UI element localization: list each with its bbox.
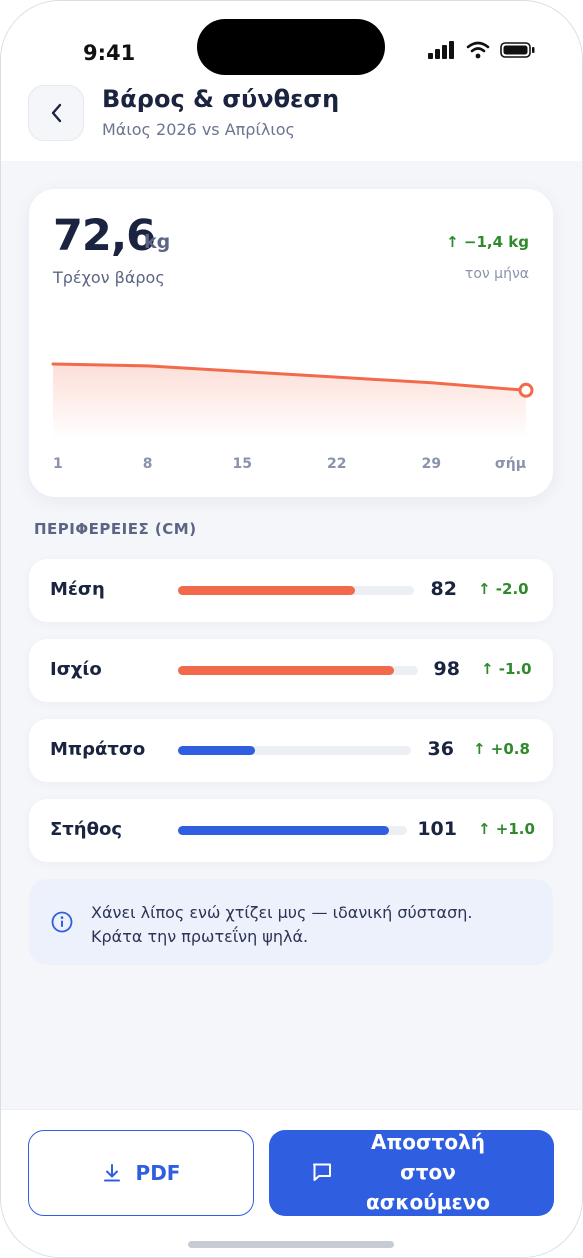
measurement-value: 36	[427, 738, 454, 760]
dynamic-island	[197, 19, 385, 75]
send-label-line-3: ασκούμενο	[366, 1190, 490, 1214]
x-tick-label: σήμ	[495, 456, 526, 472]
measurement-change: ↑ -1.0	[481, 660, 532, 678]
measurement-bar-fill	[178, 826, 389, 835]
measurement-bar-fill	[178, 586, 355, 595]
x-tick-label: 1	[53, 456, 63, 472]
measurement-bar-fill	[178, 746, 255, 755]
measurement-change: ↑ +0.8	[473, 740, 530, 758]
page-subtitle: Μάιος 2026 vs Απρίλιος	[102, 120, 295, 139]
info-text: Χάνει λίπος ενώ χτίζει μυς — ιδανική σύσ…	[91, 901, 531, 949]
measurement-name: Ισχίο	[50, 659, 102, 680]
measurement-change: ↑ -2.0	[478, 580, 529, 598]
wifi-icon	[466, 41, 490, 59]
pdf-button[interactable]: PDF	[28, 1130, 254, 1216]
header-area: 9:41 Βάρος & σύνθεση Μάιος 2026 vs Απρίλ…	[1, 1, 582, 161]
measurement-name: Μπράτσο	[50, 739, 146, 760]
measurement-bar-fill	[178, 666, 394, 675]
measurement-row-arm[interactable]: Μπράτσο 36 ↑ +0.8	[29, 719, 553, 782]
page-title: Βάρος & σύνθεση	[102, 85, 340, 113]
status-icons	[428, 41, 536, 59]
current-point	[518, 382, 534, 398]
download-icon	[103, 1164, 120, 1182]
info-text-line-2: Κράτα την πρωτεΐνη ψηλά.	[91, 927, 309, 946]
weight-card: 72,6 kg Τρέχον βάρος ↑ −1,4 kg τον μήνα …	[29, 189, 553, 497]
chevron-left-icon	[51, 103, 62, 123]
measurement-value: 98	[433, 658, 460, 680]
measurement-value: 101	[417, 818, 457, 840]
pdf-button-label: PDF	[135, 1161, 181, 1185]
info-text-line-1: Χάνει λίπος ενώ χτίζει μυς — ιδανική σύσ…	[91, 903, 473, 922]
x-axis-ticks: 1 8 15 22 29 σήμ	[53, 456, 526, 472]
measurement-bar	[178, 586, 414, 595]
home-indicator	[188, 1241, 394, 1248]
battery-icon	[500, 42, 535, 58]
x-tick-label: 8	[143, 456, 153, 472]
measurement-bar	[178, 746, 411, 755]
signal-icon	[428, 41, 454, 59]
measurement-row-chest[interactable]: Στήθος 101 ↑ +1.0	[29, 799, 553, 862]
x-tick-label: 22	[327, 456, 346, 472]
measurement-row-waist[interactable]: Μέση 82 ↑ -2.0	[29, 559, 553, 622]
measurement-change: ↑ +1.0	[478, 820, 535, 838]
measurement-name: Μέση	[50, 579, 105, 600]
weight-chart: 1 8 15 22 29 σήμ	[51, 362, 534, 472]
measurement-bar	[178, 826, 407, 835]
send-to-client-button[interactable]: Αποστολή στον ασκούμενο	[269, 1130, 554, 1216]
phone-screen: 9:41 Βάρος & σύνθεση Μάιος 2026 vs Απρίλ…	[0, 0, 583, 1258]
measurements-heading: ΠΕΡΙΦΕΡΕΙΕΣ (CM)	[34, 520, 197, 538]
status-time: 9:41	[83, 41, 136, 65]
info-box: Χάνει λίπος ενώ χτίζει μυς — ιδανική σύσ…	[29, 879, 553, 965]
info-icon	[51, 911, 73, 933]
x-tick-label: 15	[232, 456, 251, 472]
send-label-line-1: Αποστολή	[370, 1130, 485, 1154]
measurement-row-hip[interactable]: Ισχίο 98 ↑ -1.0	[29, 639, 553, 702]
back-button[interactable]	[28, 85, 84, 141]
measurement-name: Στήθος	[50, 819, 122, 840]
bottom-action-bar: PDF Αποστολή στον ασκούμενο	[1, 1109, 582, 1257]
send-label-line-2: στον	[400, 1160, 456, 1184]
x-tick-label: 29	[422, 456, 441, 472]
send-button-label: Αποστολή στον ασκούμενο	[353, 1130, 503, 1216]
measurement-value: 82	[430, 578, 457, 600]
message-icon	[313, 1163, 331, 1181]
measurement-bar	[178, 666, 418, 675]
